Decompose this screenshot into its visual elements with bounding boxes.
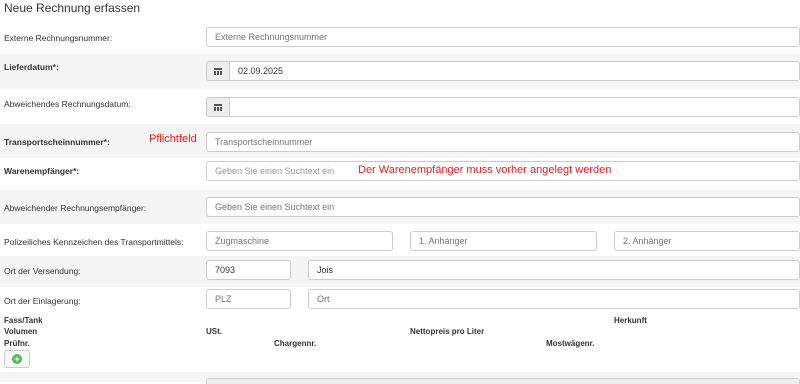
header-chargennr: Chargennr.	[274, 339, 317, 348]
externe-rechnungsnummer-label: Externe Rechnungsnummer:	[4, 33, 113, 43]
versendung-plz-input[interactable]: 7093	[206, 260, 291, 280]
warenempfaenger-placeholder: Geben Sie einen Suchtext ein	[215, 166, 335, 176]
anhaenger-1-input[interactable]	[410, 231, 597, 251]
zugmaschine-input[interactable]	[206, 231, 393, 251]
page-title: Neue Rechnung erfassen	[4, 1, 141, 15]
ort-versendung-label: Ort der Versendung:	[4, 266, 81, 276]
header-pruefnr: Prüfnr.	[4, 339, 30, 348]
transportscheinnummer-input[interactable]	[206, 132, 800, 152]
einlagerung-ort-input[interactable]	[308, 289, 800, 309]
transportscheinnummer-label: Transportscheinnummer*:	[4, 137, 110, 147]
calendar-icon	[214, 67, 222, 75]
next-row-input[interactable]	[206, 378, 800, 384]
pflichtfeld-annotation: Pflichtfeld	[149, 133, 197, 145]
ort-einlagerung-label: Ort der Einlagerung:	[4, 296, 81, 306]
add-row-button[interactable]: +	[4, 350, 30, 368]
rechnungsdatum-calendar-button[interactable]	[206, 97, 230, 117]
calendar-icon	[214, 103, 222, 111]
rechnungsdatum-input[interactable]	[229, 97, 800, 117]
anhaenger-2-input[interactable]	[614, 231, 800, 251]
lieferdatum-calendar-button[interactable]	[206, 61, 230, 81]
lieferdatum-input[interactable]: 02.09.2025	[229, 61, 800, 81]
einlagerung-plz-input[interactable]	[206, 289, 291, 309]
header-herkunft: Herkunft	[614, 316, 647, 325]
warenempfaenger-label: Warenempfänger*:	[4, 166, 80, 176]
rechnungsempfaenger-search-input[interactable]	[206, 197, 800, 217]
header-mostwaegenr: Mostwägenr.	[546, 339, 595, 348]
lieferdatum-label: Lieferdatum*:	[4, 62, 59, 72]
versendung-ort-input[interactable]: Jois	[308, 260, 800, 280]
externe-rechnungsnummer-input[interactable]	[206, 27, 800, 47]
header-volumen: Volumen	[4, 327, 38, 336]
warenempfaenger-annotation: Der Warenempfänger muss vorher angelegt …	[358, 164, 612, 176]
header-ust: USt.	[206, 327, 222, 336]
plus-circle-icon: +	[12, 354, 22, 364]
rechnungsempfaenger-label: Abweichender Rechnungsempfänger:	[4, 203, 147, 213]
kennzeichen-label: Polizeiliches Kennzeichen des Transportm…	[4, 237, 184, 247]
rechnungsdatum-label: Abweichendes Rechnungsdatum:	[4, 99, 131, 109]
header-fass-tank: Fass/Tank	[4, 316, 43, 325]
header-nettopreis: Nettopreis pro Liter	[410, 327, 485, 336]
